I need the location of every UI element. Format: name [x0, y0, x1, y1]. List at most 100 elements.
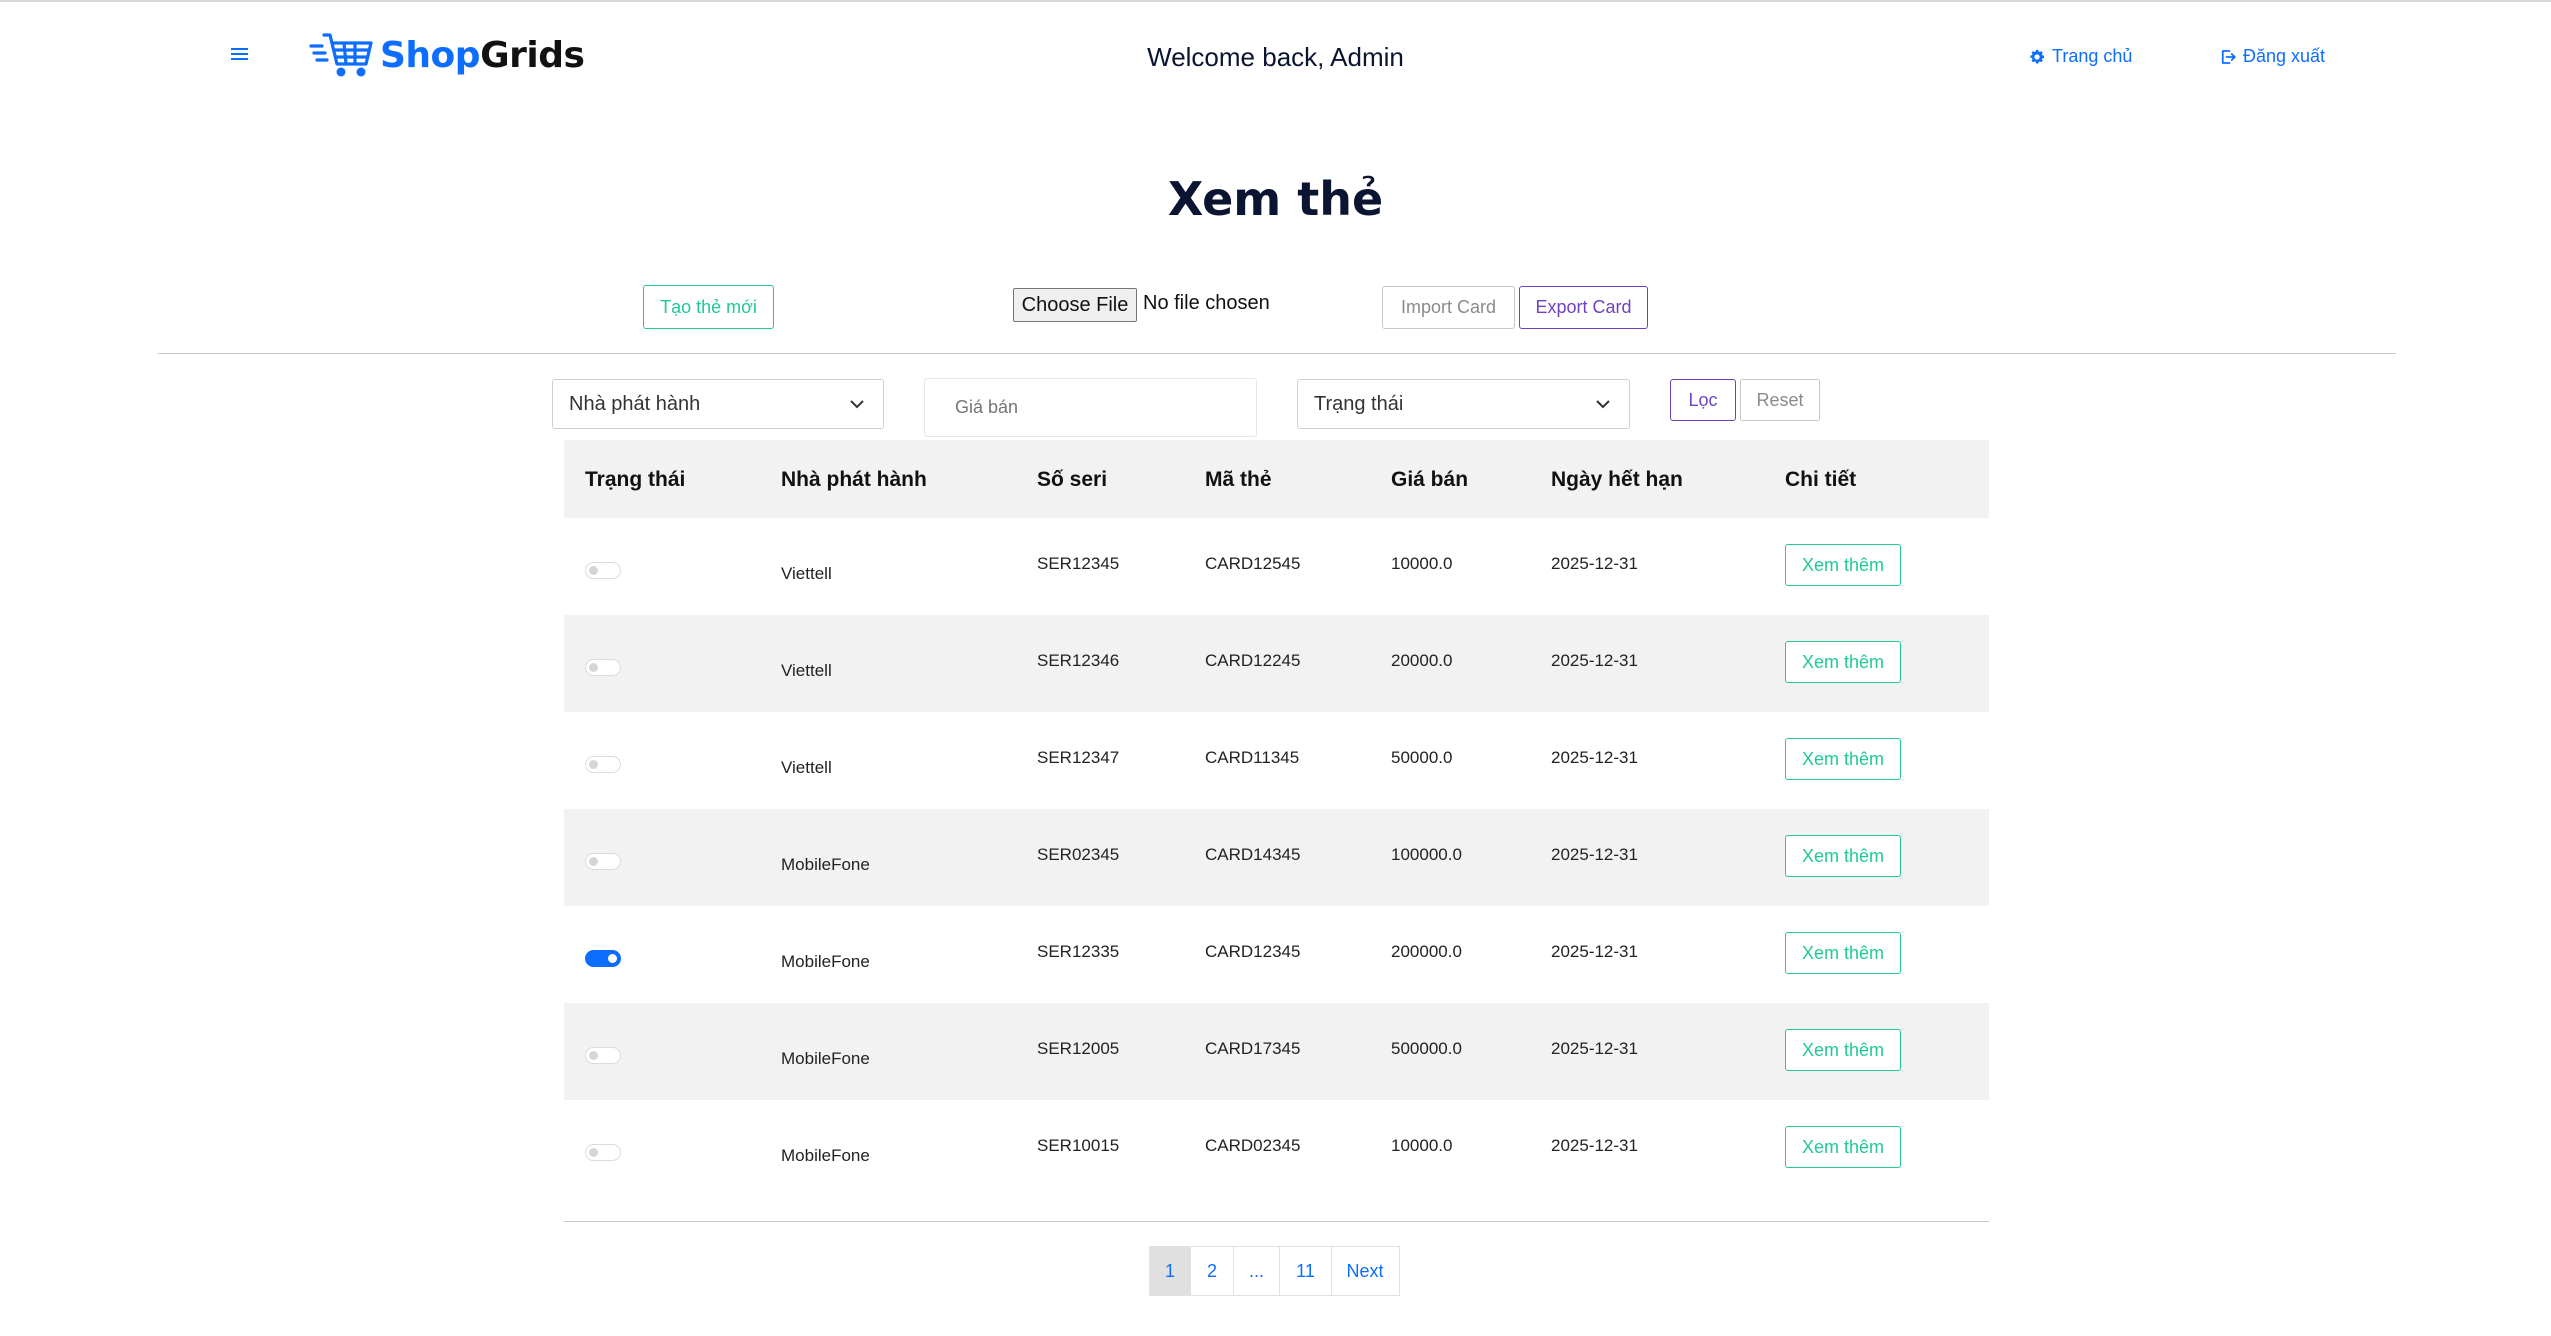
table-row: MobileFone SER02345 CARD14345 100000.0 2… [564, 809, 1989, 906]
code-cell: CARD12245 [1205, 651, 1301, 670]
table-header: Trạng thái Nhà phát hành Số seri Mã thẻ … [564, 440, 1989, 518]
price-cell: 200000.0 [1391, 942, 1462, 961]
table-bottom-border [564, 1221, 1989, 1222]
view-more-button[interactable]: Xem thêm [1785, 641, 1901, 683]
serial-cell: SER12005 [1037, 1039, 1120, 1058]
serial-cell: SER12346 [1037, 651, 1120, 670]
gear-icon [2030, 49, 2045, 63]
column-header-serial: Số seri [1037, 468, 1108, 491]
status-toggle[interactable] [585, 756, 621, 773]
publisher-cell: MobileFone [781, 1146, 870, 1165]
export-card-button[interactable]: Export Card [1519, 286, 1648, 329]
serial-cell: SER12347 [1037, 748, 1120, 767]
import-card-button[interactable]: Import Card [1382, 286, 1515, 329]
publisher-cell: Viettell [781, 564, 832, 583]
status-select[interactable]: Trạng thái [1297, 379, 1630, 429]
home-link[interactable]: Trang chủ [2028, 46, 2132, 67]
publisher-cell: MobileFone [781, 855, 870, 874]
logout-icon [2221, 49, 2236, 64]
column-header-expiry: Ngày hết hạn [1551, 468, 1683, 491]
publisher-select[interactable]: Nhà phát hành [552, 379, 884, 429]
status-toggle[interactable] [585, 659, 621, 676]
column-header-publisher: Nhà phát hành [781, 468, 927, 491]
reset-button[interactable]: Reset [1740, 379, 1820, 421]
expiry-cell: 2025-12-31 [1551, 845, 1638, 864]
toggle-knob [589, 663, 598, 672]
table-row: Viettell SER12345 CARD12545 10000.0 2025… [564, 518, 1989, 615]
price-cell: 100000.0 [1391, 845, 1462, 864]
page-11-button[interactable]: 11 [1279, 1246, 1332, 1296]
status-toggle[interactable] [585, 1144, 621, 1161]
status-toggle[interactable] [585, 1047, 621, 1064]
serial-cell: SER12345 [1037, 554, 1120, 573]
expiry-cell: 2025-12-31 [1551, 748, 1638, 767]
section-divider [158, 353, 2396, 354]
code-cell: CARD11345 [1205, 748, 1300, 767]
table-row: Viettell SER12346 CARD12245 20000.0 2025… [564, 615, 1989, 712]
toggle-knob [608, 954, 617, 963]
page-title: Xem thẻ [1167, 172, 1384, 226]
expiry-cell: 2025-12-31 [1551, 942, 1638, 961]
status-toggle[interactable] [585, 562, 621, 579]
welcome-message: Welcome back, Admin [1147, 42, 1404, 72]
expiry-cell: 2025-12-31 [1551, 1136, 1638, 1155]
price-cell: 500000.0 [1391, 1039, 1462, 1058]
status-select-value: Trạng thái [1314, 392, 1404, 415]
code-cell: CARD02345 [1205, 1136, 1301, 1155]
view-more-button[interactable]: Xem thêm [1785, 544, 1901, 586]
toggle-knob [589, 566, 598, 575]
table-row: MobileFone SER10015 CARD02345 10000.0 20… [564, 1100, 1989, 1197]
publisher-cell: Viettell [781, 758, 832, 777]
chevron-down-icon [850, 400, 864, 409]
status-toggle[interactable] [585, 950, 621, 967]
choose-file-button[interactable]: Choose File [1013, 288, 1137, 322]
table-row: Viettell SER12347 CARD11345 50000.0 2025… [564, 712, 1989, 809]
toggle-knob [589, 760, 598, 769]
code-cell: CARD17345 [1205, 1039, 1301, 1058]
expiry-cell: 2025-12-31 [1551, 554, 1638, 573]
file-status-text: No file chosen [1143, 292, 1270, 314]
publisher-cell: MobileFone [781, 952, 870, 971]
pagination: 1 2 ... 11 Next [1148, 1246, 1400, 1296]
price-input[interactable] [924, 378, 1257, 437]
view-more-button[interactable]: Xem thêm [1785, 932, 1901, 974]
code-cell: CARD14345 [1205, 845, 1301, 864]
status-toggle[interactable] [585, 853, 621, 870]
logout-link[interactable]: Đăng xuất [2219, 46, 2325, 67]
chevron-down-icon [1596, 400, 1610, 409]
filter-button[interactable]: Lọc [1670, 379, 1736, 421]
view-more-button[interactable]: Xem thêm [1785, 835, 1901, 877]
home-link-label: Trang chủ [2052, 46, 2133, 66]
publisher-cell: Viettell [781, 661, 832, 680]
expiry-cell: 2025-12-31 [1551, 1039, 1638, 1058]
create-card-button[interactable]: Tạo thẻ mới [643, 285, 774, 329]
code-cell: CARD12345 [1205, 942, 1301, 961]
price-cell: 10000.0 [1391, 1136, 1453, 1155]
table-row: MobileFone SER12005 CARD17345 500000.0 2… [564, 1003, 1989, 1100]
serial-cell: SER12335 [1037, 942, 1120, 961]
publisher-select-value: Nhà phát hành [569, 392, 701, 415]
price-cell: 50000.0 [1391, 748, 1453, 767]
toggle-knob [589, 1051, 598, 1060]
table-row: MobileFone SER12335 CARD12345 200000.0 2… [564, 906, 1989, 1003]
column-header-price: Giá bán [1391, 468, 1469, 491]
column-header-code: Mã thẻ [1205, 468, 1272, 491]
logout-link-label: Đăng xuất [2243, 46, 2326, 66]
next-page-button[interactable]: Next [1330, 1246, 1400, 1296]
serial-cell: SER10015 [1037, 1136, 1120, 1155]
view-more-button[interactable]: Xem thêm [1785, 1126, 1901, 1168]
view-more-button[interactable]: Xem thêm [1785, 738, 1901, 780]
page-2-button[interactable]: 2 [1190, 1246, 1234, 1296]
toggle-knob [589, 857, 598, 866]
price-cell: 20000.0 [1391, 651, 1453, 670]
expiry-cell: 2025-12-31 [1551, 651, 1638, 670]
column-header-detail: Chi tiết [1785, 468, 1857, 491]
price-cell: 10000.0 [1391, 554, 1453, 573]
page-1-button[interactable]: 1 [1148, 1246, 1192, 1296]
serial-cell: SER02345 [1037, 845, 1120, 864]
view-more-button[interactable]: Xem thêm [1785, 1029, 1901, 1071]
code-cell: CARD12545 [1205, 554, 1301, 573]
toggle-knob [589, 1148, 598, 1157]
column-header-status: Trạng thái [585, 468, 686, 491]
page-ellipsis[interactable]: ... [1232, 1246, 1281, 1296]
